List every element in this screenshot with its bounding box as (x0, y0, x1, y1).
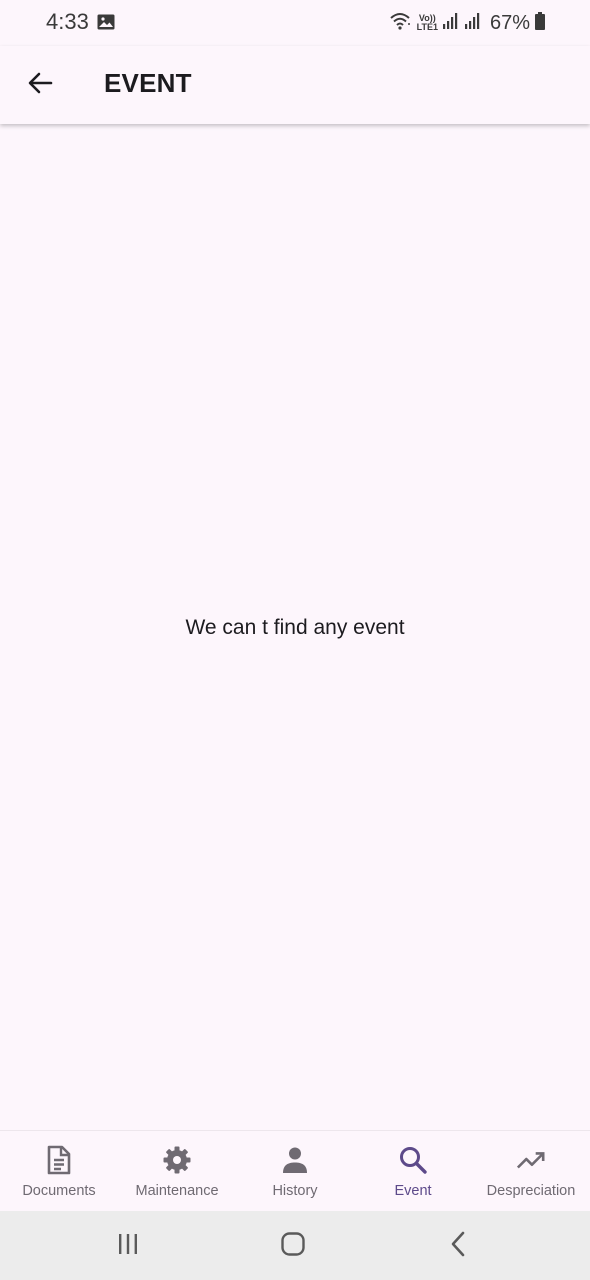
signal-icon (464, 12, 482, 35)
app-bar: EVENT (0, 46, 590, 124)
page-title: EVENT (104, 68, 192, 98)
volte-bottom-text: LTE1 (416, 22, 438, 32)
system-back-button[interactable] (438, 1231, 478, 1261)
recents-button[interactable] (108, 1231, 148, 1261)
nav-item-documents[interactable]: Documents (0, 1131, 118, 1212)
back-icon (448, 1231, 468, 1262)
status-icons: Vo)) LTE1 67% (389, 10, 546, 36)
signal-icon (442, 12, 460, 35)
nav-label-event: Event (394, 1183, 432, 1199)
back-button[interactable] (22, 67, 58, 103)
system-navigation-bar (0, 1211, 590, 1280)
wifi-icon (389, 11, 413, 36)
nav-label-history: History (272, 1183, 318, 1199)
person-icon (280, 1145, 310, 1175)
trending-up-icon (516, 1145, 546, 1175)
image-icon (97, 14, 115, 30)
nav-label-despreciation: Despreciation (486, 1183, 576, 1199)
document-icon (44, 1145, 74, 1175)
empty-state-message: We can t find any event (185, 616, 405, 639)
nav-label-documents: Documents (22, 1183, 96, 1199)
screen: 4:33 Vo)) LTE1 67% EVENT We can t find a… (0, 0, 590, 1280)
nav-item-maintenance[interactable]: Maintenance (118, 1131, 236, 1212)
status-time: 4:33 (46, 9, 89, 34)
battery-percentage: 67% (489, 11, 530, 34)
nav-item-despreciation[interactable]: Despreciation (472, 1131, 590, 1212)
recents-icon (116, 1232, 140, 1261)
arrow-back-icon (26, 69, 54, 102)
content-area: We can t find any event (0, 124, 590, 1130)
home-icon (280, 1231, 306, 1262)
home-button[interactable] (273, 1231, 313, 1261)
bottom-navigation: Documents Maintenance History Event Desp… (0, 1130, 590, 1212)
gear-icon (162, 1145, 192, 1175)
search-icon (398, 1145, 428, 1175)
battery-icon (534, 11, 546, 36)
nav-label-maintenance: Maintenance (135, 1183, 219, 1199)
status-bar: 4:33 Vo)) LTE1 67% (0, 0, 590, 46)
nav-item-event[interactable]: Event (354, 1131, 472, 1212)
volte-indicator: Vo)) LTE1 (417, 14, 438, 32)
nav-item-history[interactable]: History (236, 1131, 354, 1212)
